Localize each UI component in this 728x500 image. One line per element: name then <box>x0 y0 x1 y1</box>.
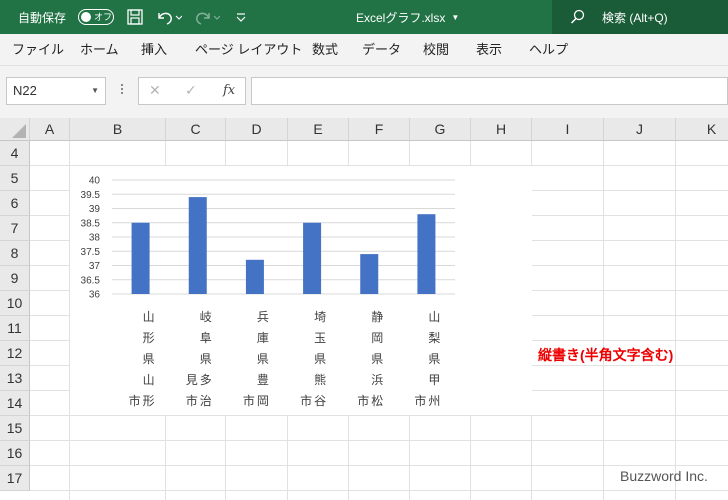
chevron-down-icon: ▼ <box>91 86 99 95</box>
y-tick-label: 38 <box>89 233 101 244</box>
more-options-icon[interactable] <box>120 82 124 98</box>
grid-line <box>675 141 676 500</box>
bar <box>188 197 207 294</box>
column-header[interactable]: I <box>532 118 604 141</box>
select-all-corner[interactable] <box>0 118 30 141</box>
y-tick-label: 37 <box>89 261 101 272</box>
name-box-value: N22 <box>13 83 37 98</box>
column-header[interactable]: J <box>604 118 676 141</box>
save-icon[interactable] <box>127 0 143 34</box>
tab-view[interactable]: 表示 <box>476 34 502 66</box>
row-header[interactable]: 12 <box>0 341 30 366</box>
row-header[interactable]: 16 <box>0 441 30 466</box>
y-tick-label: 36.5 <box>81 275 101 286</box>
tab-review[interactable]: 校閲 <box>423 34 449 66</box>
tab-help[interactable]: ヘルプ <box>529 34 568 66</box>
column-header[interactable]: A <box>30 118 70 141</box>
row-header[interactable]: 10 <box>0 291 30 316</box>
bar <box>303 222 322 294</box>
bar <box>245 259 264 294</box>
autosave-toggle[interactable]: オフ <box>72 0 114 34</box>
autosave-label: 自動保存 <box>18 10 67 25</box>
bar <box>360 254 379 294</box>
search-icon <box>570 9 585 24</box>
row-header[interactable]: 6 <box>0 191 30 216</box>
ribbon-tabs: ファイル ホーム 挿入 ページ レイアウト 数式 データ 校閲 表示 ヘルプ <box>0 34 728 66</box>
title-bar: 自動保存 オフ Excelグラフ.xlsx ▼ 検索 (Alt+Q) <box>0 0 728 34</box>
row-header[interactable]: 7 <box>0 216 30 241</box>
bar-chart-svg: 4039.53938.53837.53736.536山形県山形市岐阜県多治見市兵… <box>81 176 455 408</box>
search-box[interactable]: 検索 (Alt+Q) <box>552 0 728 34</box>
chevron-down-icon: ▼ <box>451 12 460 22</box>
undo-icon[interactable] <box>156 0 182 34</box>
grid-line <box>603 141 604 500</box>
y-tick-label: 37.5 <box>81 247 101 258</box>
bar-chart[interactable]: 40 39.5 39 38.5 38 37.5 37 36.5 36 山形県山形市岐阜県多治 見市兵… <box>70 166 532 415</box>
formula-input[interactable] <box>251 77 728 105</box>
category-label: 山梨県甲州 <box>428 310 440 408</box>
cancel-icon[interactable]: ✕ <box>149 82 161 99</box>
row-header[interactable]: 14 <box>0 391 30 416</box>
tab-data[interactable]: データ <box>362 34 401 66</box>
category-label: 山形県山形 <box>143 310 155 408</box>
tab-file[interactable]: ファイル <box>12 34 64 66</box>
search-label: 検索 (Alt+Q) <box>602 10 668 25</box>
category-label: 見市 <box>186 373 198 408</box>
y-tick-label: 40 <box>89 176 101 187</box>
row-header[interactable]: 15 <box>0 416 30 441</box>
column-header[interactable]: H <box>471 118 532 141</box>
y-tick-label: 36 <box>89 290 101 301</box>
column-header[interactable]: K <box>676 118 728 141</box>
bar <box>417 214 436 294</box>
grid-line <box>30 465 728 466</box>
column-header[interactable]: D <box>226 118 288 141</box>
y-tick-label: 38.5 <box>81 218 101 229</box>
grid-line <box>30 440 728 441</box>
bar <box>131 222 150 294</box>
category-label: 市 <box>129 393 141 408</box>
column-header[interactable]: F <box>349 118 410 141</box>
formula-buttons: ✕ ✓ fx <box>138 77 246 105</box>
column-header[interactable]: G <box>410 118 471 141</box>
autosave-state: オフ <box>94 12 113 22</box>
column-header[interactable]: E <box>288 118 349 141</box>
file-name[interactable]: Excelグラフ.xlsx ▼ <box>356 0 459 34</box>
annotation-text: 縦書き(半角文字含む) <box>538 347 674 363</box>
y-tick-label: 39 <box>89 204 101 215</box>
category-label: 市 <box>357 393 369 408</box>
y-tick-label: 39.5 <box>81 190 101 201</box>
enter-icon[interactable]: ✓ <box>185 82 197 99</box>
tab-page-layout[interactable]: ページ レイアウト <box>195 34 302 66</box>
row-header[interactable]: 5 <box>0 166 30 191</box>
row-header[interactable]: 8 <box>0 241 30 266</box>
grid-line <box>30 415 728 416</box>
row-header[interactable]: 9 <box>0 266 30 291</box>
row-header[interactable]: 11 <box>0 316 30 341</box>
category-label: 岐阜県多治 <box>200 310 212 408</box>
grid-line <box>30 490 728 491</box>
row-header[interactable]: 13 <box>0 366 30 391</box>
worksheet-grid[interactable]: A B C D E F G H I J K 4 5 6 7 8 9 10 11 … <box>0 118 728 500</box>
file-name-text: Excelグラフ.xlsx <box>356 10 446 25</box>
insert-function-icon[interactable]: fx <box>223 83 235 98</box>
category-label: 兵庫県豊岡 <box>257 310 269 408</box>
row-header[interactable]: 17 <box>0 466 30 491</box>
watermark: Buzzword Inc. <box>620 468 708 484</box>
category-label: 市 <box>414 393 426 408</box>
column-header[interactable]: C <box>166 118 226 141</box>
category-label: 静岡県浜松 <box>371 310 383 408</box>
customize-quick-access-icon[interactable] <box>236 0 246 34</box>
tab-insert[interactable]: 挿入 <box>141 34 167 66</box>
tab-formulas[interactable]: 数式 <box>312 34 338 66</box>
formula-bar: N22 ▼ ✕ ✓ fx <box>0 66 728 118</box>
name-box[interactable]: N22 ▼ <box>6 77 106 105</box>
column-header[interactable]: B <box>70 118 166 141</box>
category-label: 埼玉県熊谷 <box>314 310 326 408</box>
row-header[interactable]: 4 <box>0 141 30 166</box>
tab-home[interactable]: ホーム <box>80 34 119 66</box>
category-label: 市 <box>243 393 255 408</box>
category-label: 市 <box>300 393 312 408</box>
redo-icon[interactable] <box>194 0 220 34</box>
